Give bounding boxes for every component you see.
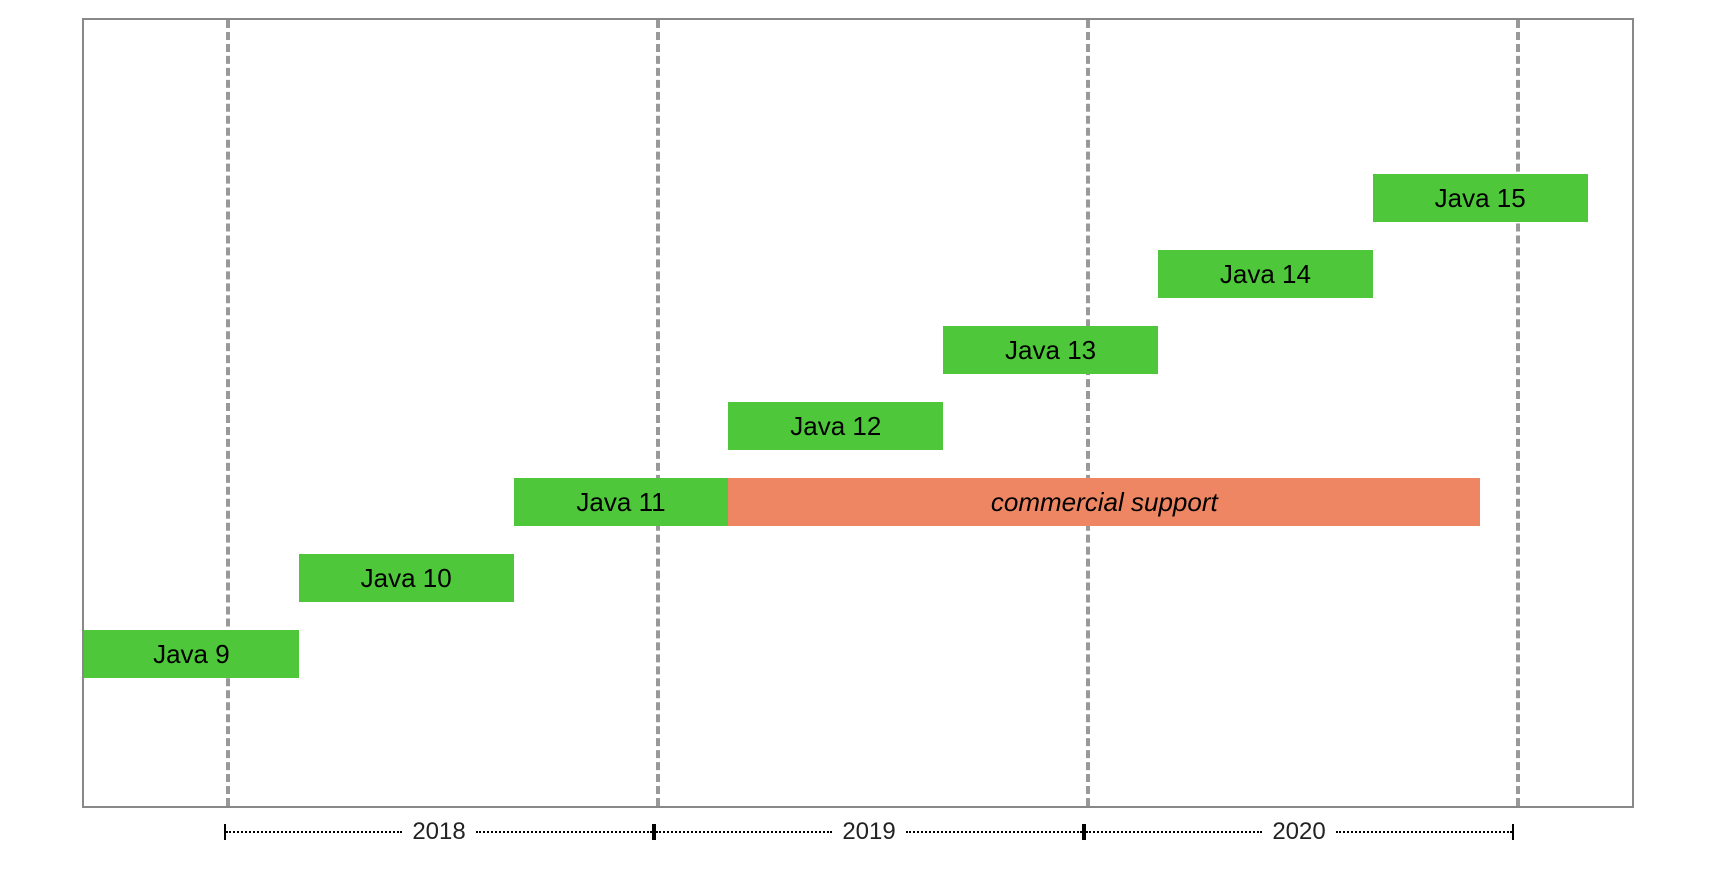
bar-java-15: Java 15 xyxy=(1373,174,1588,222)
bar-label: Java 10 xyxy=(361,563,452,594)
year-bracket: 2020 xyxy=(1084,818,1514,846)
bar-label: Java 14 xyxy=(1220,259,1311,290)
bar-java-12: Java 12 xyxy=(728,402,943,450)
year-bracket: 2019 xyxy=(654,818,1084,846)
bar-label: Java 11 xyxy=(576,487,665,518)
bar-java-10: Java 10 xyxy=(299,554,514,602)
bar-label: Java 9 xyxy=(153,639,230,670)
x-axis: 2018 2019 2020 xyxy=(82,818,1634,850)
bar-java-14: Java 14 xyxy=(1158,250,1373,298)
bar-label: Java 15 xyxy=(1435,183,1526,214)
year-divider xyxy=(656,20,660,806)
year-label: 2020 xyxy=(1262,818,1335,846)
bar-label: commercial support xyxy=(991,487,1218,518)
year-label: 2018 xyxy=(402,818,475,846)
year-divider xyxy=(1516,20,1520,806)
bar-java-13: Java 13 xyxy=(943,326,1158,374)
bar-label: Java 13 xyxy=(1005,335,1096,366)
chart-plot-area: Java 9 Java 10 Java 11 commercial support Ja… xyxy=(82,18,1634,808)
year-bracket: 2018 xyxy=(224,818,654,846)
bar-commercial-support: commercial support xyxy=(728,478,1480,526)
year-divider xyxy=(226,20,230,806)
bar-label: Java 12 xyxy=(790,411,881,442)
year-divider xyxy=(1086,20,1090,806)
bar-java-9: Java 9 xyxy=(84,630,299,678)
bar-java-11: Java 11 xyxy=(514,478,729,526)
year-label: 2019 xyxy=(832,818,905,846)
